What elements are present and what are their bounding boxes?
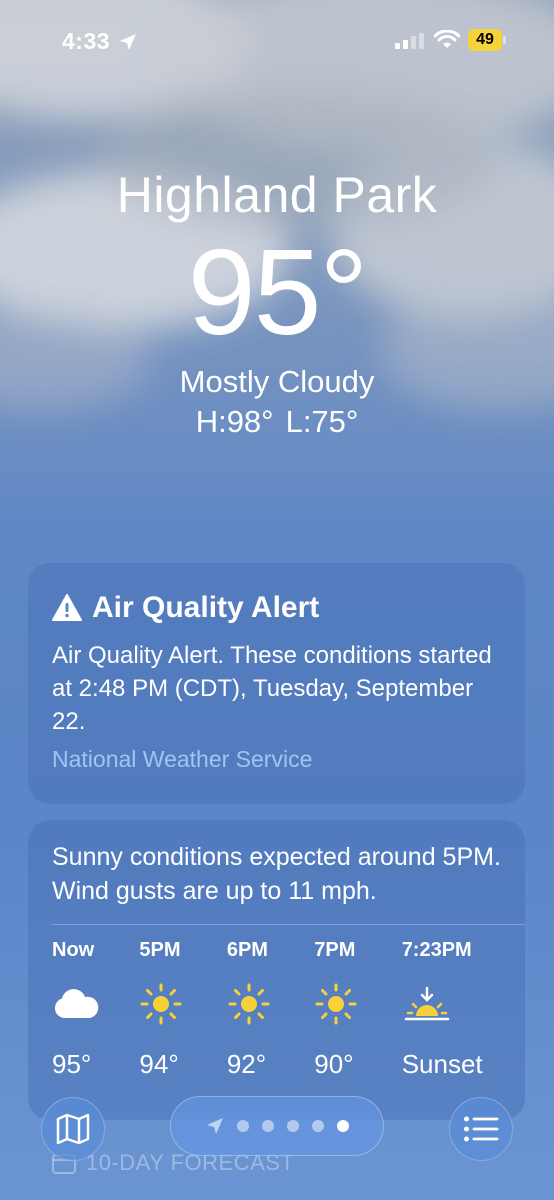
wifi-icon: [434, 30, 460, 48]
alert-title: Air Quality Alert: [92, 591, 320, 624]
hour-label: 7:23PM: [401, 939, 472, 961]
page-dot[interactable]: [286, 1120, 299, 1132]
hour-label: 5PM: [139, 939, 181, 961]
battery-cap: [503, 36, 506, 44]
page-dot-active[interactable]: [336, 1120, 349, 1132]
city-name: Highland Park: [116, 167, 438, 223]
hourly-summary: Sunny conditions expected around 5PM. Wi…: [52, 843, 501, 905]
high-temp: H:98°: [195, 404, 274, 439]
low-temp: L:75°: [285, 404, 359, 439]
alert-title-row: Air Quality Alert: [52, 591, 501, 625]
hour-item: 7PM 90°: [314, 939, 401, 1080]
city-list-button[interactable]: [449, 1097, 513, 1161]
list-icon: [464, 1116, 499, 1142]
condition-text: Mostly Cloudy: [179, 364, 375, 399]
hour-item: Now 95°: [52, 939, 139, 1080]
hour-temp: 92°: [226, 1049, 267, 1079]
hour-item: 6PM 92°: [227, 939, 314, 1080]
warning-triangle-icon: [52, 594, 82, 621]
signal-icon: [395, 33, 424, 49]
battery-icon: 49: [468, 29, 502, 51]
alert-source-link[interactable]: National Weather Service: [52, 746, 501, 773]
hour-label: Now: [52, 939, 95, 961]
hour-temp: 94°: [139, 1049, 179, 1079]
page-dot[interactable]: [311, 1120, 324, 1132]
page-indicator[interactable]: [170, 1096, 384, 1156]
divider: [52, 924, 525, 925]
alert-body: Air Quality Alert. These conditions star…: [52, 642, 492, 735]
sunset-icon: [404, 986, 449, 1021]
sun-icon: [140, 983, 182, 1025]
status-bar: 4:33 49: [0, 0, 554, 80]
map-icon: [56, 1113, 90, 1145]
alert-card[interactable]: Air Quality Alert Air Quality Alert. The…: [28, 563, 525, 804]
current-weather: Highland Park 95° Mostly Cloudy H:98° L:7…: [0, 160, 554, 440]
hour-temp: Sunset: [401, 1049, 483, 1079]
page-dot[interactable]: [236, 1120, 249, 1132]
high-low: H:98° L:75°: [0, 404, 554, 440]
map-button[interactable]: [41, 1097, 105, 1161]
sun-icon: [228, 983, 270, 1025]
status-time: 4:33: [62, 28, 111, 54]
hour-temp: 90°: [314, 1049, 354, 1079]
hour-item: 7:23PM Sunset: [402, 939, 501, 1080]
location-arrow-icon: [120, 34, 136, 50]
sun-icon: [315, 983, 357, 1025]
hourly-forecast-card[interactable]: Sunny conditions expected around 5PM. Wi…: [28, 820, 525, 1120]
location-arrow-icon: [206, 1118, 223, 1134]
hour-temp: 95°: [52, 1049, 92, 1079]
cloud-icon: [54, 989, 99, 1018]
hour-label: 7PM: [314, 939, 356, 961]
current-temperature: 95°: [187, 224, 369, 360]
page-dot[interactable]: [261, 1120, 274, 1132]
hourly-list[interactable]: Now 95° 5PM 94° 6PM 92° 7PM 90° 7:23PM S…: [52, 939, 501, 1080]
hour-label: 6PM: [226, 939, 268, 961]
hour-item: 5PM 94°: [139, 939, 226, 1080]
